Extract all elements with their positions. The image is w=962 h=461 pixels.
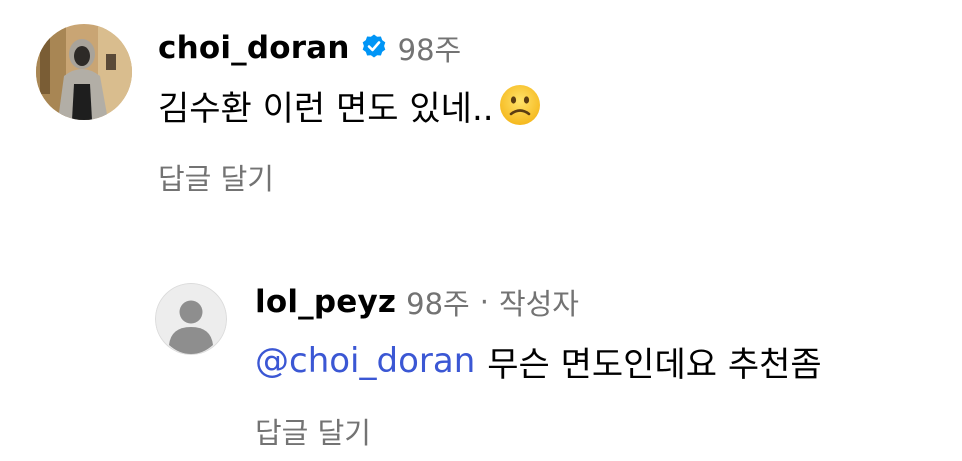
reply-text: 무슨 면도인데요 추천좀 xyxy=(487,344,822,385)
comment-text-row: 김수환 이런 면도 있네.. xyxy=(158,80,542,130)
avatar-lol-peyz[interactable] xyxy=(155,283,227,355)
reply-time: 98주 xyxy=(406,287,470,321)
verified-badge-icon xyxy=(360,32,388,64)
author-badge: 작성자 xyxy=(498,287,579,321)
comment-time: 98주 xyxy=(397,33,462,67)
comment-header: choi_doran 98주 xyxy=(158,28,461,68)
username[interactable]: choi_doran xyxy=(158,30,350,66)
reply-text-row: @choi_doran 무슨 면도인데요 추천좀 xyxy=(255,336,822,386)
slightly-frowning-face-icon xyxy=(498,83,542,127)
comment-text: 김수환 이런 면도 있네.. xyxy=(158,88,494,129)
reply-header: lol_peyz 98주 · 작성자 xyxy=(255,282,579,322)
avatar-choi-doran[interactable] xyxy=(36,24,132,120)
default-profile-icon xyxy=(155,283,227,355)
reply-username[interactable]: lol_peyz xyxy=(255,284,396,320)
separator-dot: · xyxy=(479,285,489,319)
profile-photo xyxy=(36,24,132,120)
reply-button-2[interactable]: 답글 달기 xyxy=(255,410,371,452)
reply-button[interactable]: 답글 달기 xyxy=(158,156,274,198)
mention-link[interactable]: @choi_doran xyxy=(255,341,475,381)
